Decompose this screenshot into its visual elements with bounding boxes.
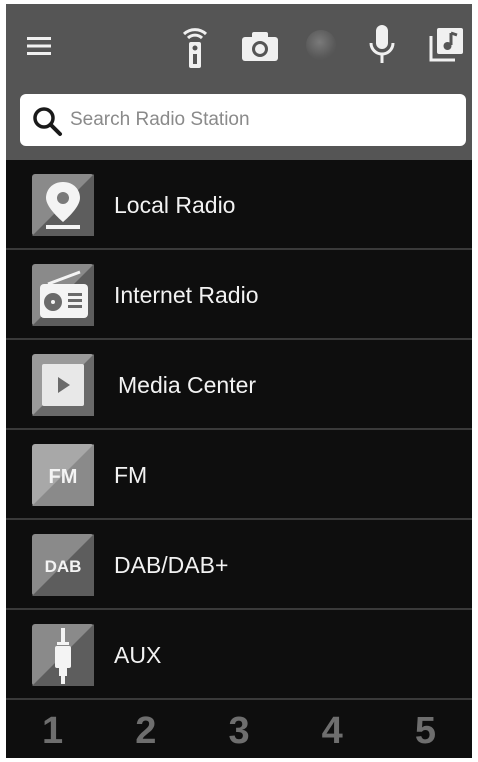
camera-button[interactable] — [238, 26, 282, 66]
preset-button-5[interactable]: 5 — [379, 704, 472, 758]
source-item-local-radio[interactable]: Local Radio — [6, 160, 472, 250]
microphone-icon — [369, 25, 395, 63]
fm-icon: FM — [32, 444, 94, 506]
preset-button-4[interactable]: 4 — [286, 704, 379, 758]
location-pin-icon — [32, 174, 94, 236]
camera-icon — [242, 32, 278, 61]
fm-icon-text: FM — [49, 466, 78, 488]
source-label: Local Radio — [114, 192, 236, 218]
source-label: Media Center — [118, 372, 257, 398]
source-label: FM — [114, 462, 148, 488]
source-item-dab[interactable]: DAB DAB/DAB+ — [6, 520, 472, 610]
microphone-button[interactable] — [366, 22, 398, 68]
search-bar[interactable] — [20, 94, 466, 146]
play-icon — [32, 354, 94, 416]
source-item-internet-radio[interactable]: Internet Radio — [6, 250, 472, 340]
radio-icon — [32, 264, 94, 326]
dab-icon: DAB — [32, 534, 94, 596]
remote-control-icon — [182, 28, 208, 68]
source-label: Internet Radio — [114, 282, 259, 308]
source-label: AUX — [114, 642, 162, 668]
search-icon — [33, 107, 62, 136]
source-item-aux[interactable]: AUX — [6, 610, 472, 700]
search-input[interactable] — [70, 102, 450, 138]
app-screen: Local Radio Internet Radio — [6, 4, 472, 758]
hamburger-menu-icon — [27, 37, 51, 55]
source-item-media-center[interactable]: Media Center — [6, 340, 472, 430]
preset-button-1[interactable]: 1 — [6, 704, 99, 758]
dab-icon-text: DAB — [45, 557, 82, 576]
remote-button[interactable] — [178, 22, 212, 70]
header — [6, 4, 472, 160]
source-list: Local Radio Internet Radio Media Center … — [6, 160, 472, 700]
music-library-icon — [429, 28, 463, 62]
music-library-button[interactable] — [426, 24, 466, 66]
top-toolbar — [6, 4, 472, 84]
preset-button-3[interactable]: 3 — [192, 704, 285, 758]
source-item-fm[interactable]: FM FM — [6, 430, 472, 520]
source-label: DAB/DAB+ — [114, 552, 229, 578]
menu-button[interactable] — [22, 28, 58, 64]
preset-bar: 1 2 3 4 5 — [6, 704, 472, 758]
status-indicator — [306, 30, 336, 60]
aux-plug-icon — [32, 624, 94, 686]
preset-button-2[interactable]: 2 — [99, 704, 192, 758]
